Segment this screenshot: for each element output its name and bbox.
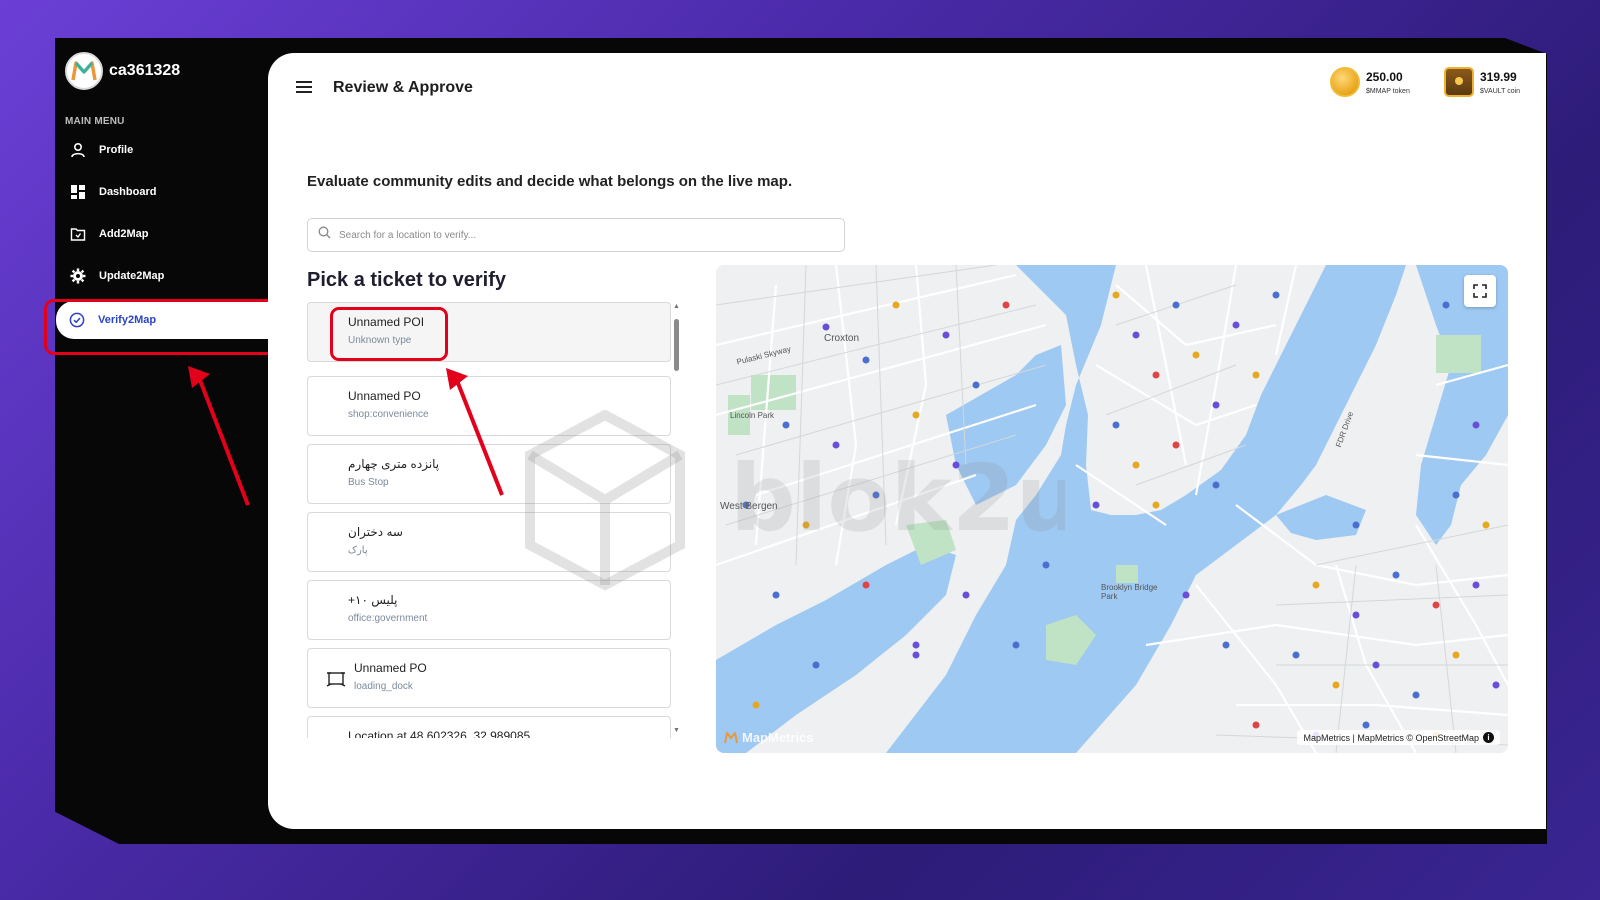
ticket-type: shop:convenience [348,409,429,420]
mmap-token-balance: 250.00 $MMAP token [1330,67,1410,97]
user-icon [69,141,87,159]
sidebar-item-update2map[interactable]: Update2Map [65,259,260,293]
ticket-list-title: Pick a ticket to verify [307,269,506,291]
ticket-list: Unnamed POI Unknown type Unnamed PO shop… [307,302,687,738]
coin-icon [1330,67,1360,97]
sidebar-item-label: Update2Map [99,270,165,282]
sidebar-item-label: Dashboard [99,186,157,198]
check-circle-icon [68,311,86,329]
ticket-type: office:government [348,613,428,624]
map-label: West Bergen [720,501,778,512]
brand-logo-icon [65,52,103,90]
map-attribution: MapMetrics | MapMetrics © OpenStreetMap … [1297,730,1500,745]
page-title: Review & Approve [333,79,473,96]
ticket-list-scrollbar[interactable] [674,319,679,371]
loading-dock-icon [326,669,346,689]
ticket-item[interactable]: Unnamed PO shop:convenience [307,376,671,436]
map-logo-text: MapMetrics [742,730,814,745]
scroll-up-arrow[interactable]: ▲ [673,303,680,310]
ticket-name: Unnamed PO [348,389,421,403]
ticket-item[interactable]: Location at 48.602326, 32.989085 [307,716,671,738]
ticket-type: Unknown type [348,335,412,346]
sidebar: ca361328 MAIN MENU Profile Dashboard Add… [55,38,276,844]
ticket-item[interactable]: Unnamed PO loading_dock [307,648,671,708]
vault-coin-balance: 319.99 $VAULT coin [1444,67,1520,97]
fullscreen-button[interactable] [1464,275,1496,307]
ticket-name: Unnamed POI [348,315,425,329]
token-amount: 319.99 [1480,69,1517,84]
ticket-item[interactable]: +پلیس ۱۰ office:government [307,580,671,640]
map-label: Croxton [824,333,860,344]
ticket-type: Bus Stop [348,477,389,488]
sidebar-item-label: Profile [99,144,134,156]
menu-title: MAIN MENU [65,116,125,127]
ticket-type: loading_dock [354,681,413,692]
vault-icon [1444,67,1474,97]
fullscreen-icon [1473,284,1487,298]
ticket-name: Unnamed PO [354,661,427,675]
username: ca361328 [109,62,181,79]
ticket-item[interactable]: سه دختران پارک [307,512,671,572]
sidebar-item-dashboard[interactable]: Dashboard [65,175,260,209]
map-view[interactable]: Croxton Pulaski Skyway Lincoln Park West… [716,265,1508,753]
hamburger-menu-button[interactable] [296,81,312,95]
ticket-type: پارک [348,545,368,556]
token-unit: $VAULT coin [1480,87,1521,95]
sidebar-item-profile[interactable]: Profile [65,133,260,167]
token-unit: $MMAP token [1366,87,1410,95]
sidebar-item-label: Add2Map [99,228,149,240]
brand: ca361328 [65,52,180,90]
add-map-icon [69,225,87,243]
map-label: Lincoln Park [730,411,775,420]
page-subtitle: Evaluate community edits and decide what… [307,173,793,190]
attribution-text: MapMetrics | MapMetrics © OpenStreetMap [1303,732,1479,743]
map-label: Brooklyn Bridge Park [1101,583,1158,601]
ticket-item[interactable]: پانزده متری چهارم Bus Stop [307,444,671,504]
sidebar-item-add2map[interactable]: Add2Map [65,217,260,251]
scroll-down-arrow[interactable]: ▼ [673,727,680,734]
ticket-name: +پلیس ۱۰ [348,593,398,607]
ticket-name: پانزده متری چهارم [348,457,440,471]
search-input[interactable] [339,229,819,241]
info-icon[interactable]: i [1483,732,1494,743]
ticket-name: سه دختران [348,525,403,539]
mapmetrics-logo-icon [724,731,738,743]
map-provider-logo: MapMetrics [724,730,814,745]
ticket-item[interactable]: Unnamed POI Unknown type [307,302,671,362]
dashboard-icon [69,183,87,201]
token-amount: 250.00 [1366,69,1403,84]
ticket-name: Location at 48.602326, 32.989085 [348,729,531,738]
search-icon [318,226,331,244]
sidebar-item-label: Verify2Map [98,314,157,326]
sidebar-item-verify2map[interactable]: Verify2Map [56,301,276,339]
search-box [307,218,845,252]
gear-icon [69,267,87,285]
